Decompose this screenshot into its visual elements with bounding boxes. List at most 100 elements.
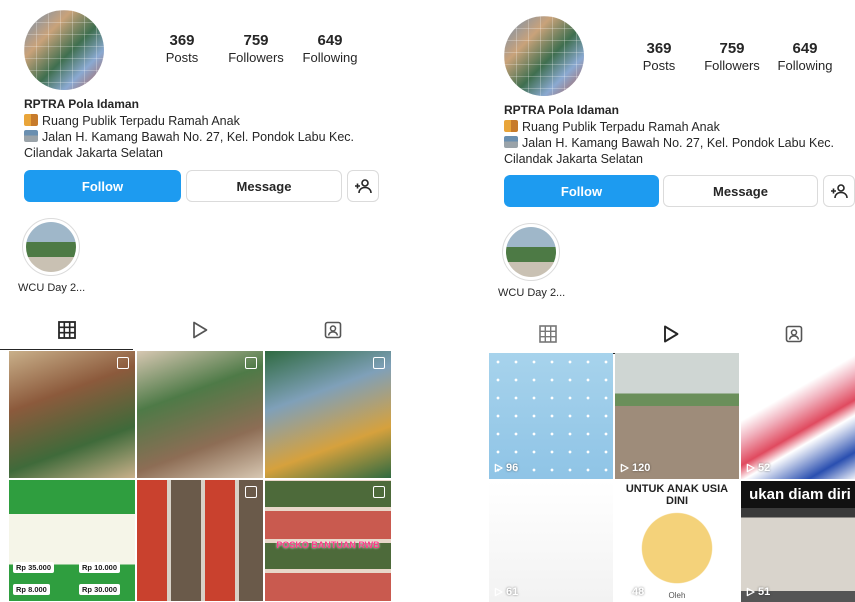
- bio-line-1: Ruang Publik Terpadu Ramah Anak: [522, 120, 720, 134]
- profile-bio: Ruang Publik Terpadu Ramah Anak Jalan H.…: [24, 113, 364, 161]
- tab-reels[interactable]: [133, 310, 266, 350]
- message-button[interactable]: Message: [186, 170, 342, 202]
- view-count: 61: [494, 586, 518, 598]
- profile-name: RPTRA Pola Idaman: [24, 97, 139, 111]
- play-icon: [494, 587, 503, 597]
- profile-panel-posts: 369 Posts 759 Followers 649 Following RP…: [0, 0, 400, 602]
- following-label: Following: [777, 58, 833, 73]
- suggest-users-button[interactable]: [347, 170, 379, 202]
- follow-button[interactable]: Follow: [24, 170, 181, 202]
- reels-play-icon: [193, 321, 208, 339]
- house-emoji-icon: [24, 130, 38, 142]
- following-count: 649: [792, 40, 818, 57]
- grid-icon: [538, 325, 557, 343]
- profile-avatar[interactable]: [504, 16, 584, 96]
- view-count: 96: [494, 462, 518, 474]
- play-icon: [620, 587, 629, 597]
- followers-label: Followers: [704, 58, 760, 73]
- reels-play-icon: [663, 325, 678, 343]
- price-tag: Rp 35.000: [13, 562, 55, 573]
- post-thumbnail[interactable]: POSKO BANTUAN RWB: [265, 480, 391, 601]
- follow-button[interactable]: Follow: [504, 175, 659, 207]
- view-count-value: 48: [632, 586, 645, 598]
- view-count: 120: [620, 462, 650, 474]
- post-title-text: POSKO BANTUAN RWB: [276, 540, 380, 550]
- tab-posts[interactable]: [486, 314, 609, 354]
- view-count-value: 52: [758, 462, 771, 474]
- bio-line-3: Cilandak Jakarta Selatan: [24, 146, 163, 160]
- tagged-person-icon: [325, 321, 342, 339]
- reel-thumbnail[interactable]: 120: [615, 353, 739, 479]
- bio-line-1: Ruang Publik Terpadu Ramah Anak: [42, 114, 240, 128]
- followers-stat[interactable]: 759 Followers: [221, 32, 291, 65]
- play-icon: [746, 587, 755, 597]
- carousel-icon: [117, 357, 129, 369]
- view-count-value: 120: [632, 462, 651, 474]
- play-icon: [746, 463, 755, 473]
- play-icon: [494, 463, 503, 473]
- posts-count: 369: [646, 40, 672, 57]
- posts-label: Posts: [165, 50, 199, 65]
- add-user-icon: [831, 184, 848, 199]
- carousel-icon: [245, 486, 257, 498]
- reel-thumbnail[interactable]: ukan diam diri 51: [741, 481, 855, 602]
- story-highlight[interactable]: [22, 218, 80, 276]
- post-thumbnail[interactable]: Rp 35.000 Rp 10.000 Rp 8.000 Rp 30.000: [9, 480, 135, 601]
- carousel-icon: [373, 486, 385, 498]
- reel-caption-top: UNTUK ANAK USIA DINI: [625, 483, 729, 507]
- tab-posts[interactable]: [0, 310, 134, 350]
- message-button[interactable]: Message: [663, 175, 818, 207]
- post-thumbnail[interactable]: [137, 480, 263, 601]
- reel-caption-top: ukan diam diri: [741, 485, 855, 504]
- posts-stat: 369 Posts: [147, 32, 217, 65]
- view-count-value: 51: [758, 586, 771, 598]
- house-emoji-icon: [504, 136, 518, 148]
- suggest-users-button[interactable]: [823, 175, 855, 207]
- price-tag: Rp 30.000: [79, 584, 121, 595]
- post-thumbnail[interactable]: [265, 351, 391, 478]
- play-icon: [620, 463, 629, 473]
- followers-label: Followers: [228, 50, 284, 65]
- family-emoji-icon: [504, 120, 518, 132]
- following-label: Following: [302, 50, 358, 65]
- followers-stat[interactable]: 759 Followers: [697, 40, 767, 73]
- bio-line-2: Jalan H. Kamang Bawah No. 27, Kel. Pondo…: [522, 136, 834, 150]
- highlight-label: WCU Day 2...: [498, 287, 566, 299]
- profile-avatar[interactable]: [24, 10, 104, 90]
- profile-bio: Ruang Publik Terpadu Ramah Anak Jalan H.…: [504, 119, 844, 167]
- price-tag: Rp 10.000: [79, 562, 121, 573]
- tab-tagged[interactable]: [732, 314, 855, 354]
- tab-reels[interactable]: [609, 314, 732, 354]
- story-highlight[interactable]: [502, 223, 560, 281]
- bio-line-2: Jalan H. Kamang Bawah No. 27, Kel. Pondo…: [42, 130, 354, 144]
- bio-line-3: Cilandak Jakarta Selatan: [504, 152, 643, 166]
- following-count: 649: [317, 32, 343, 49]
- profile-panel-reels: 369 Posts 759 Followers 649 Following RP…: [486, 0, 855, 602]
- carousel-icon: [245, 357, 257, 369]
- view-count-value: 61: [506, 586, 519, 598]
- followers-count: 759: [719, 40, 745, 57]
- posts-grid: Rp 35.000 Rp 10.000 Rp 8.000 Rp 30.000 POSKO…: [9, 351, 391, 601]
- posts-label: Posts: [642, 58, 676, 73]
- post-thumbnail[interactable]: [137, 351, 263, 478]
- highlight-label: WCU Day 2...: [18, 282, 86, 294]
- reel-thumbnail[interactable]: 96: [489, 353, 613, 479]
- view-count: 52: [746, 462, 770, 474]
- profile-tabs: [486, 314, 855, 354]
- tagged-person-icon: [785, 325, 802, 343]
- posts-count: 369: [169, 32, 195, 49]
- following-stat[interactable]: 649 Following: [770, 40, 840, 73]
- following-stat[interactable]: 649 Following: [295, 32, 365, 65]
- posts-stat: 369 Posts: [624, 40, 694, 73]
- tab-tagged[interactable]: [267, 310, 400, 350]
- view-count: 48: [620, 586, 644, 598]
- reel-thumbnail[interactable]: UNTUK ANAK USIA DINI Oleh 48: [615, 481, 739, 602]
- reel-thumbnail[interactable]: 52: [741, 353, 855, 479]
- view-count: 51: [746, 586, 770, 598]
- reel-thumbnail[interactable]: 61: [489, 481, 613, 602]
- post-thumbnail[interactable]: [9, 351, 135, 478]
- profile-name: RPTRA Pola Idaman: [504, 103, 619, 117]
- add-user-icon: [355, 179, 372, 194]
- followers-count: 759: [243, 32, 269, 49]
- price-tag: Rp 8.000: [13, 584, 50, 595]
